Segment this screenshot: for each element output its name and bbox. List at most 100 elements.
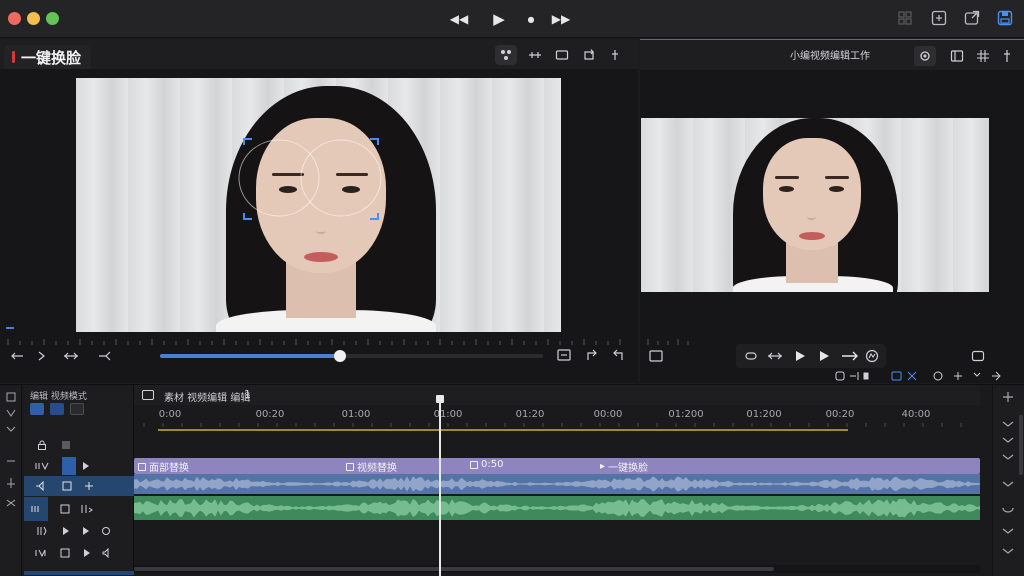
clip-4-marker-icon: ▸ (600, 461, 606, 472)
divider-icon (5, 455, 17, 467)
program-video-frame[interactable] (641, 118, 989, 292)
minimize-window-button[interactable] (27, 12, 40, 25)
horizontal-scrollbar-track[interactable] (134, 565, 980, 573)
audio-track-1-icon (34, 480, 48, 492)
mark-out-icon[interactable] (610, 348, 626, 362)
sequence-number: 1 (244, 388, 251, 401)
audio-track-4-view-icon[interactable] (58, 547, 72, 559)
forward-button[interactable]: ▶▶ (550, 9, 572, 29)
program-tool-strip[interactable] (834, 370, 1020, 382)
audio-track-2-link-icon[interactable] (80, 503, 94, 515)
timeline-toolbar (0, 385, 22, 576)
export-icon[interactable] (963, 9, 981, 27)
program-split-icon[interactable] (766, 349, 784, 363)
audio-track-4-volume-icon[interactable] (100, 547, 114, 559)
timeline-right-toolbar (992, 385, 1024, 576)
playhead-handle[interactable] (436, 395, 444, 403)
clip-2-icon (346, 462, 354, 471)
program-forward-icon[interactable] (840, 349, 860, 363)
layout-icon[interactable] (946, 46, 968, 66)
lips (304, 252, 338, 262)
zoom-window-button[interactable] (46, 12, 59, 25)
clip-1[interactable]: 面部替换 (138, 459, 189, 474)
ruler-tick-label: 00:00 (593, 409, 623, 420)
program-nose (807, 214, 816, 220)
audio-track-3-fx-icon[interactable] (100, 525, 112, 537)
stop-button[interactable]: ● (524, 9, 538, 29)
link-tool-icon[interactable] (5, 497, 17, 509)
sequence-tab-label[interactable]: 素材 视频编辑 编辑 (164, 389, 250, 404)
rotate-icon[interactable] (578, 45, 600, 65)
ruler-tick-label: 40:00 (901, 409, 931, 420)
program-play-icon[interactable] (792, 349, 808, 363)
cut-icon[interactable] (96, 349, 114, 363)
save-icon[interactable] (996, 9, 1014, 27)
audio-track-1-waveform[interactable] (134, 474, 980, 494)
track-edit-toggle[interactable] (50, 403, 64, 415)
video-track-enable-toggle[interactable] (62, 457, 76, 475)
audio-track-2-icon (30, 503, 44, 515)
audio-track-1-solo-icon[interactable] (60, 480, 74, 492)
sequence-tab-bar: 素材 视频编辑 编辑 1 (134, 385, 980, 405)
program-safe-area-icon[interactable] (648, 349, 664, 363)
track-select-toggle[interactable] (30, 403, 44, 415)
split-icon[interactable] (62, 349, 80, 363)
program-play-next-icon[interactable] (816, 349, 832, 363)
video-track-clip-bar[interactable]: 面部替换 视频替换 0:50 ▸ 一键换脸 (134, 458, 980, 474)
step-back-icon[interactable] (8, 349, 26, 363)
audio-track-4-play-icon[interactable] (80, 547, 94, 559)
audio-track-1-add-icon[interactable] (82, 480, 96, 492)
lock-track-icon[interactable] (36, 439, 48, 451)
pin-icon[interactable] (604, 45, 626, 65)
audio-track-2-waveform[interactable] (134, 496, 980, 520)
track-view-toggle[interactable] (70, 403, 84, 415)
source-scrubber[interactable] (160, 350, 543, 362)
program-ruler (647, 339, 689, 345)
select-tool-icon[interactable] (5, 391, 17, 403)
horizontal-scrollbar-thumb[interactable] (134, 567, 774, 571)
add-media-icon[interactable] (930, 9, 948, 27)
panel-pin-icon[interactable] (996, 46, 1018, 66)
program-audio-icon[interactable] (864, 349, 880, 363)
source-video-frame[interactable] (76, 78, 561, 332)
razor-tool-icon[interactable] (5, 407, 17, 419)
clip-1-label: 面部替换 (149, 463, 189, 474)
grid-icon[interactable] (896, 9, 914, 27)
rewind-button[interactable]: ◀◀ (448, 9, 470, 29)
settings-icon[interactable] (914, 46, 936, 66)
close-window-button[interactable] (8, 12, 21, 25)
video-track-play-icon[interactable] (80, 460, 92, 472)
clip-3-label: 0:50 (481, 459, 504, 470)
play-button[interactable]: ▶ (490, 9, 508, 29)
snap-tool-icon[interactable] (5, 477, 17, 489)
source-scrubber-handle[interactable] (334, 350, 346, 362)
mark-in-icon[interactable] (584, 348, 600, 362)
ripple-tool-icon[interactable] (5, 423, 17, 435)
overlay-grid-icon[interactable] (972, 46, 994, 66)
next-frame-icon[interactable] (32, 349, 50, 363)
audio-track-3-play-icon[interactable] (60, 525, 72, 537)
target-track-icon[interactable] (60, 439, 72, 451)
clip-2[interactable]: 视频替换 (346, 459, 397, 474)
trim-icon[interactable] (524, 45, 546, 65)
clip-2-label: 视频替换 (357, 463, 397, 474)
in-point-marker (6, 327, 14, 329)
clip-4[interactable]: ▸ 一键换脸 (600, 459, 648, 474)
audio-track-2-mute-icon[interactable] (58, 503, 72, 515)
audio-track-3-next-icon[interactable] (80, 525, 92, 537)
safe-area-icon[interactable] (556, 348, 572, 362)
ruler-tick-label: 01:200 (746, 409, 782, 420)
panel-tab-face-swap[interactable]: 一键换脸 (4, 45, 92, 69)
program-viewer-panel: 小编视频编辑工作 (640, 39, 1024, 383)
ruler-tick-label: 00:20 (255, 409, 285, 420)
effects-icon[interactable] (495, 45, 517, 65)
playhead-line[interactable] (436, 395, 444, 576)
face-tracking-overlay[interactable] (236, 133, 386, 228)
loop-icon[interactable] (742, 349, 760, 363)
track-header-footer (24, 571, 134, 575)
clip-3[interactable]: 0:50 (470, 459, 503, 470)
fullscreen-icon[interactable] (970, 349, 986, 363)
aspect-ratio-icon[interactable] (551, 45, 573, 65)
timeline-tracks-area[interactable]: 素材 视频编辑 编辑 1 0:00 00:20 01:00 01:00 01:20 00:… (134, 385, 984, 576)
timeline-zoom-controls[interactable] (993, 385, 1024, 576)
